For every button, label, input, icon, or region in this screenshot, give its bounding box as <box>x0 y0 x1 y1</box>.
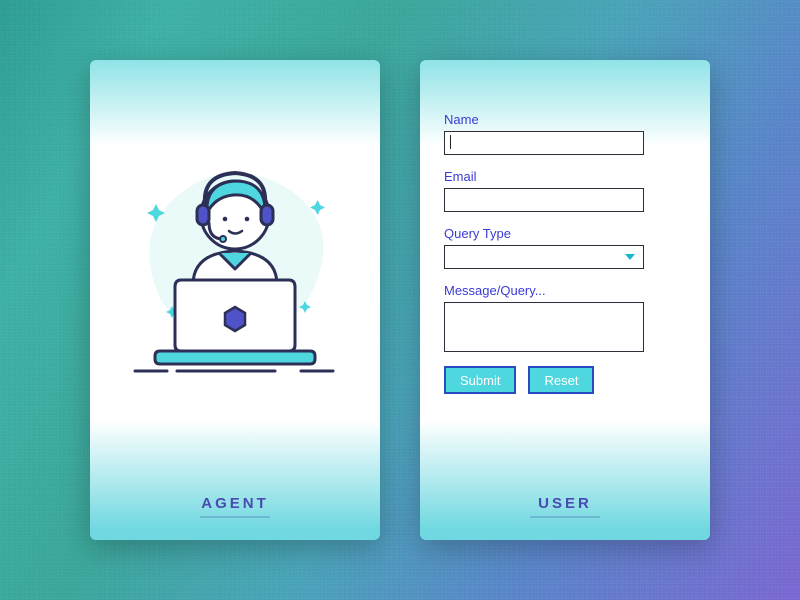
query-type-field-group: Query Type <box>444 226 686 269</box>
user-card-title: USER <box>530 495 600 518</box>
text-cursor-icon <box>450 135 451 149</box>
email-field-group: Email <box>444 169 686 212</box>
form-buttons: Submit Reset <box>444 366 686 394</box>
message-label: Message/Query... <box>444 283 686 298</box>
message-field-group: Message/Query... <box>444 283 686 352</box>
contact-form: Name Email Query Type Message/Query... S… <box>444 112 686 394</box>
agent-illustration <box>115 135 355 415</box>
name-field-group: Name <box>444 112 686 155</box>
reset-button[interactable]: Reset <box>528 366 594 394</box>
name-input[interactable] <box>444 131 644 155</box>
name-label: Name <box>444 112 686 127</box>
agent-card: AGENT <box>90 60 380 540</box>
chevron-down-icon <box>625 254 635 260</box>
query-type-label: Query Type <box>444 226 686 241</box>
agent-card-title: AGENT <box>200 495 270 518</box>
query-type-select[interactable] <box>444 245 644 269</box>
message-textarea[interactable] <box>444 302 644 352</box>
submit-button[interactable]: Submit <box>444 366 516 394</box>
user-card: Name Email Query Type Message/Query... S… <box>420 60 710 540</box>
email-input[interactable] <box>444 188 644 212</box>
email-label: Email <box>444 169 686 184</box>
